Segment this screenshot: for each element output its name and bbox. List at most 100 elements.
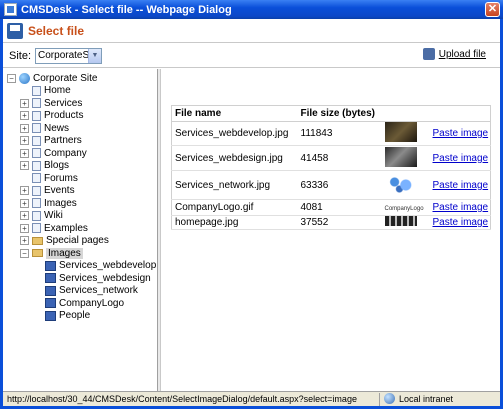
expand-icon[interactable]: +: [20, 123, 29, 133]
tree-item-label[interactable]: Services_webdevelop: [59, 260, 156, 271]
paste-image-link[interactable]: Paste image: [433, 153, 489, 164]
table-header-row: File name File size (bytes): [171, 105, 491, 122]
tree-item[interactable]: + News: [3, 122, 157, 135]
table-row: CompanyLogo.gif 4081 CompanyLogo Paste imag…: [171, 199, 491, 216]
tree-item[interactable]: + Events: [3, 185, 157, 198]
tree-item[interactable]: + Wiki: [3, 210, 157, 223]
upload-file-label[interactable]: Upload file: [439, 49, 486, 60]
collapse-icon[interactable]: −: [7, 73, 16, 83]
file-name-cell: homepage.jpg: [171, 215, 298, 230]
expand-icon[interactable]: +: [20, 186, 29, 196]
image-icon: [45, 260, 56, 271]
tree-item[interactable]: + Services: [3, 97, 157, 110]
status-bar: http://localhost/30_44/CMSDesk/Content/S…: [3, 391, 500, 406]
status-url: http://localhost/30_44/CMSDesk/Content/S…: [7, 394, 357, 404]
expand-icon[interactable]: +: [20, 198, 29, 208]
tree-item[interactable]: + Special pages: [3, 235, 157, 248]
tree-item[interactable]: Services_webdesign: [3, 272, 157, 285]
tree-item-label[interactable]: People: [59, 310, 90, 321]
page-icon: [32, 135, 41, 146]
tree-item-label[interactable]: Services_webdesign: [59, 273, 151, 284]
tree-item-label[interactable]: Services_network: [59, 285, 138, 296]
page-icon: [32, 160, 41, 171]
expand-icon[interactable]: +: [20, 223, 29, 233]
paste-image-cell: Paste image: [429, 215, 491, 230]
tree-item[interactable]: + Examples: [3, 222, 157, 235]
expand-icon[interactable]: +: [20, 98, 29, 108]
tree-item[interactable]: People: [3, 310, 157, 323]
tree-item[interactable]: CompanyLogo: [3, 297, 157, 310]
expand-icon[interactable]: +: [20, 236, 29, 246]
tree-item-label[interactable]: News: [44, 123, 69, 134]
tree-item[interactable]: + Company: [3, 147, 157, 160]
tree-item-label[interactable]: Special pages: [46, 235, 109, 246]
tree-item-label[interactable]: Partners: [44, 135, 82, 146]
expand-icon[interactable]: +: [20, 111, 29, 121]
tree-item-label[interactable]: Services: [44, 98, 82, 109]
thumbnail-image: [384, 173, 417, 194]
tree-item[interactable]: + Partners: [3, 135, 157, 148]
paste-image-link[interactable]: Paste image: [433, 217, 489, 228]
page-icon: [32, 173, 41, 184]
tree-item[interactable]: + Products: [3, 110, 157, 123]
expand-icon[interactable]: +: [20, 161, 29, 171]
file-name-cell: CompanyLogo.gif: [171, 199, 298, 216]
select-file-icon: [7, 22, 23, 39]
tree-item-label[interactable]: Home: [44, 85, 71, 96]
column-header-file-size: File size (bytes): [297, 105, 382, 122]
file-name-cell: Services_network.jpg: [171, 170, 298, 200]
tree-item[interactable]: Services_network: [3, 285, 157, 298]
page-icon: [32, 110, 41, 121]
close-button[interactable]: ✕: [485, 2, 500, 17]
intranet-icon: [384, 393, 395, 404]
collapse-icon[interactable]: −: [20, 248, 29, 258]
tree-item-label[interactable]: CompanyLogo: [59, 298, 124, 309]
tree-root[interactable]: − Corporate Site: [3, 72, 157, 85]
page-title: Select file: [28, 23, 85, 38]
page-icon: [32, 223, 41, 234]
tree-item-label[interactable]: Wiki: [44, 210, 63, 221]
paste-image-cell: Paste image: [429, 199, 491, 216]
tree-root-label[interactable]: Corporate Site: [33, 73, 97, 84]
tree-item-label[interactable]: Images: [44, 198, 77, 209]
site-select[interactable]: CorporateSite ▼: [35, 47, 103, 64]
tree-item-label[interactable]: Examples: [44, 223, 88, 234]
file-name-cell: Services_webdesign.jpg: [171, 145, 298, 171]
page-icon: [32, 85, 41, 96]
tree-item[interactable]: + Blogs: [3, 160, 157, 173]
window-titlebar: CMSDesk - Select file -- Webpage Dialog …: [0, 0, 503, 19]
globe-icon: [19, 72, 30, 84]
upload-icon: [422, 48, 435, 60]
tree-item-label[interactable]: Products: [44, 110, 83, 121]
page-icon: [32, 123, 41, 134]
site-label: Site:: [9, 49, 32, 62]
image-icon: [45, 310, 56, 321]
upload-file-link[interactable]: Upload file: [422, 48, 486, 60]
tree-item[interactable]: Services_webdevelop: [3, 260, 157, 273]
file-table: File name File size (bytes) Services_web…: [171, 105, 491, 230]
thumbnail-cell: [381, 121, 430, 146]
expand-icon[interactable]: +: [20, 211, 29, 221]
tree-item[interactable]: Home: [3, 85, 157, 98]
status-separator: [379, 393, 380, 406]
expand-icon[interactable]: +: [20, 148, 29, 158]
pane-splitter[interactable]: [158, 69, 161, 391]
expand-icon[interactable]: +: [20, 136, 29, 146]
tree-item[interactable]: + Images: [3, 197, 157, 210]
paste-image-cell: Paste image: [429, 121, 491, 146]
tree-item[interactable]: Forums: [3, 172, 157, 185]
tree-item-label[interactable]: Company: [44, 148, 87, 159]
tree-item-label[interactable]: Events: [44, 185, 75, 196]
tree-item[interactable]: − Images: [3, 247, 157, 260]
table-row: Services_webdevelop.jpg 111843 Paste image: [171, 121, 491, 146]
dialog-header: Select file: [3, 19, 500, 43]
tree-item-label[interactable]: Blogs: [44, 160, 69, 171]
paste-image-link[interactable]: Paste image: [433, 202, 489, 213]
paste-image-link[interactable]: Paste image: [433, 180, 489, 191]
thumbnail-cell: [381, 170, 430, 200]
paste-image-cell: Paste image: [429, 170, 491, 200]
tree-item-label[interactable]: Images: [46, 247, 83, 259]
tree-item-label[interactable]: Forums: [44, 173, 78, 184]
chevron-down-icon[interactable]: ▼: [88, 48, 102, 63]
paste-image-link[interactable]: Paste image: [433, 128, 489, 139]
